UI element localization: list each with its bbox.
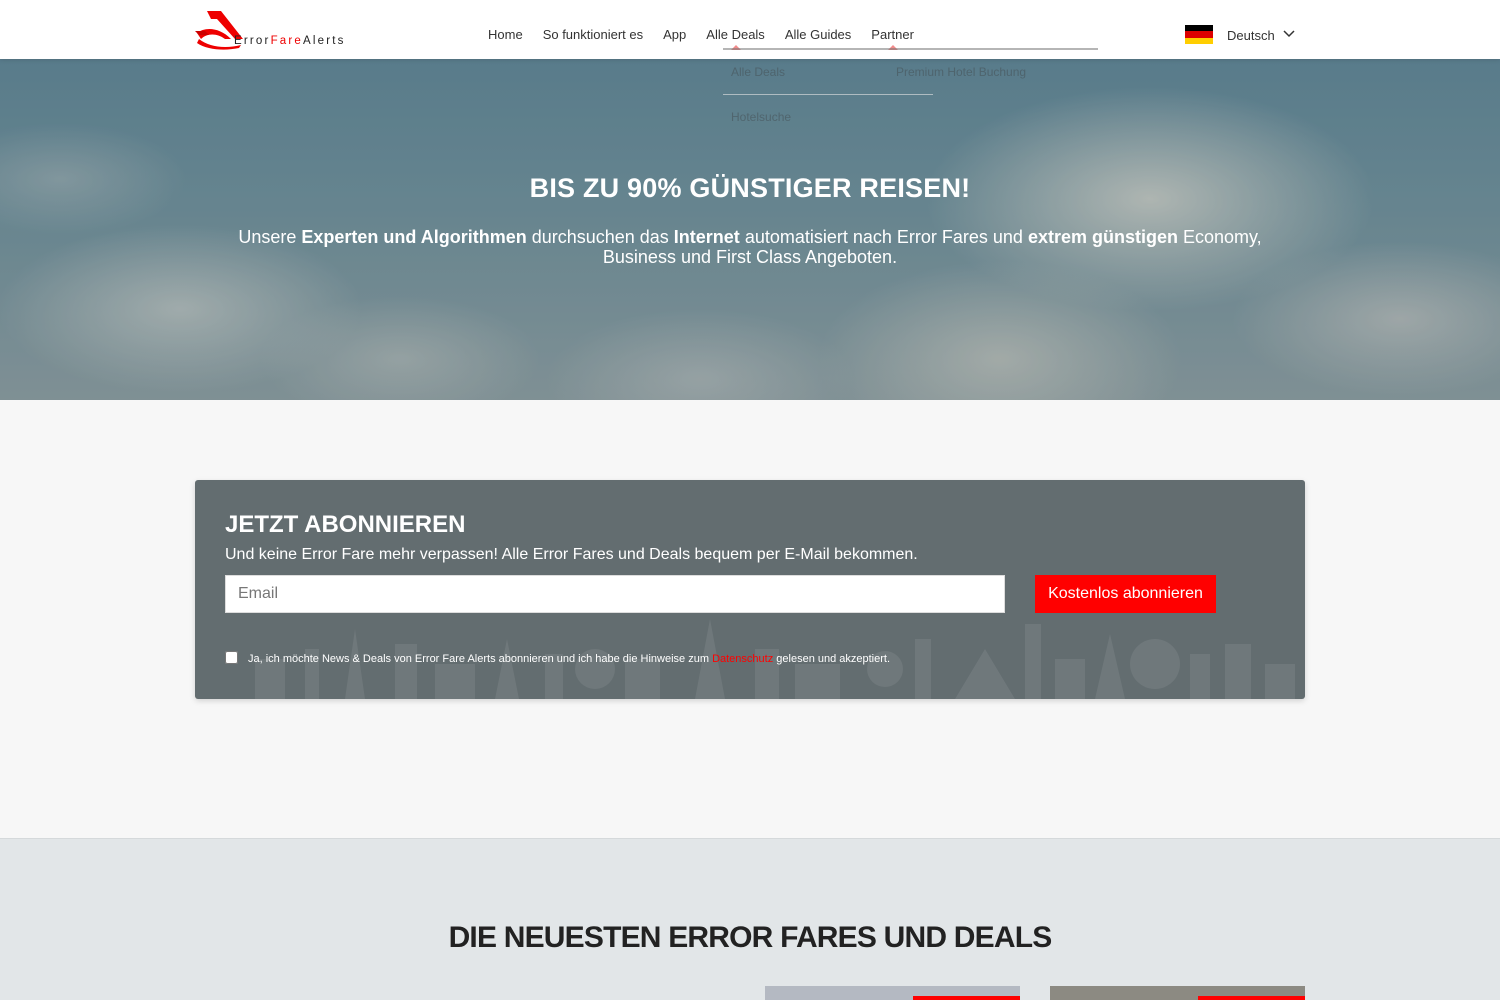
nav-item-all-deals-label: Alle Deals	[706, 27, 765, 42]
dropdown-divider	[723, 48, 1098, 50]
deal-badge	[1198, 996, 1305, 1000]
hero-title: BIS ZU 90% GÜNSTIGER REISEN!	[529, 173, 971, 203]
subscribe-button[interactable]: Kostenlos abonnieren	[1035, 575, 1216, 613]
consent-label: Ja, ich möchte News & Deals von Error Fa…	[248, 653, 891, 665]
germany-flag-icon	[1185, 25, 1213, 44]
subscribe-box: JETZT ABONNIEREN Und keine Error Fare me…	[195, 480, 1305, 699]
email-input[interactable]	[225, 575, 1005, 613]
language-label: Deutsch	[1227, 28, 1275, 43]
dropdown-item-all-deals[interactable]: Alle Deals	[731, 65, 785, 79]
city-skyline-icon	[255, 619, 1295, 699]
nav-item-home[interactable]: Home	[478, 0, 533, 59]
logo[interactable]: ErrorFareAlerts	[195, 9, 355, 51]
subscribe-title: JETZT ABONNIEREN	[225, 511, 466, 538]
deals-title: DIE NEUESTEN ERROR FARES UND DEALS	[448, 921, 1053, 954]
subscribe-description: Und keine Error Fare mehr verpassen! All…	[225, 546, 918, 563]
deals-section: DIE NEUESTEN ERROR FARES UND DEALS	[0, 838, 1500, 1000]
deal-badge	[913, 996, 1020, 1000]
hero-description: Unsere Experten und Algorithmen durchsuc…	[238, 227, 1262, 267]
logo-wordmark: ErrorFareAlerts	[234, 35, 346, 47]
deal-card[interactable]	[1050, 986, 1305, 1000]
nav-dropdown-menu: Alle Deals Premium Hotel Buchung Hotelsu…	[723, 48, 1098, 148]
language-selector[interactable]: Deutsch	[1185, 25, 1295, 44]
dropdown-item-hotel-search[interactable]: Hotelsuche	[731, 110, 791, 124]
consent-row: Ja, ich möchte News & Deals von Error Fa…	[225, 650, 890, 665]
consent-checkbox[interactable]	[225, 651, 238, 664]
dropdown-item-premium-hotel[interactable]: Premium Hotel Buchung	[896, 65, 1026, 79]
privacy-link[interactable]: Datenschutz	[712, 653, 773, 665]
deal-card[interactable]	[765, 986, 1020, 1000]
chevron-down-icon	[1283, 29, 1295, 37]
dropdown-divider	[723, 94, 933, 95]
nav-item-partner-label: Partner	[871, 27, 914, 42]
nav-item-app[interactable]: App	[653, 0, 696, 59]
nav-item-how-it-works[interactable]: So funktioniert es	[533, 0, 653, 59]
